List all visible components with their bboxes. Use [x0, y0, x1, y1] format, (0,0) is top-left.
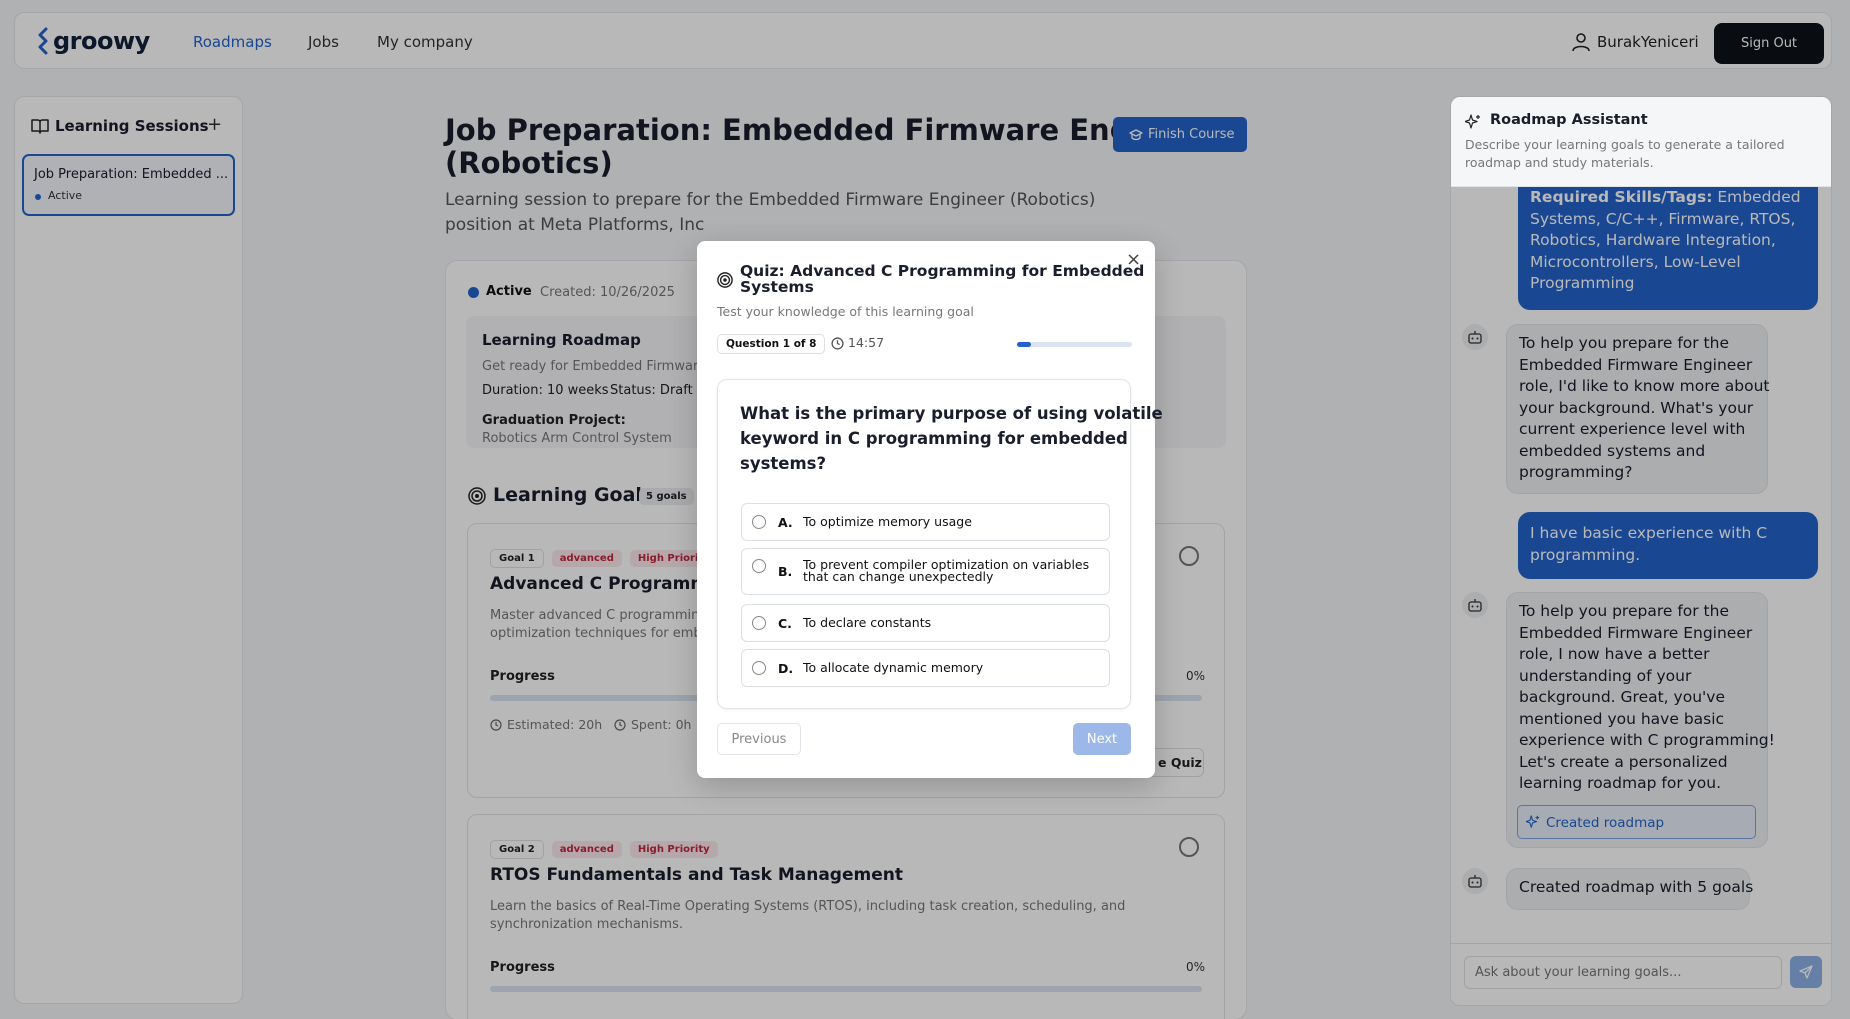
quiz-progress-track — [1017, 342, 1132, 347]
quiz-footer: Previous Next — [717, 723, 1131, 759]
question-line1: What is the primary purpose of using vol… — [740, 404, 1163, 423]
quiz-title-line1: Quiz: Advanced C Programming for Embedde… — [740, 262, 1145, 280]
answer-option-a[interactable]: A. To optimize memory usage — [741, 503, 1110, 541]
assistant-desc-2: roadmap and study materials. — [1465, 155, 1654, 170]
timer: 14:57 — [848, 335, 885, 350]
option-text-line2: that can change unexpectedly — [803, 569, 994, 584]
question-line3: systems? — [740, 454, 827, 473]
question-text: What is the primary purpose of using vol… — [740, 401, 1163, 476]
quiz-title-line2: Systems — [740, 278, 814, 296]
answer-option-c[interactable]: C. To declare constants — [741, 604, 1110, 642]
quiz-progress-fill — [1017, 342, 1032, 347]
quiz-title: Quiz: Advanced C Programming for Embedde… — [740, 263, 1144, 295]
radio-button[interactable] — [752, 559, 766, 573]
option-text-line1: To declare constants — [803, 615, 932, 630]
clock-icon — [831, 337, 844, 350]
option-text: To declare constants — [803, 615, 932, 630]
option-letter: A. — [778, 515, 793, 530]
assistant-header: Roadmap Assistant Describe your learning… — [1451, 97, 1831, 187]
question-line2: keyword in C programming for embedded — [740, 429, 1128, 448]
option-letter: B. — [778, 564, 793, 579]
sparkles-icon — [1465, 114, 1480, 129]
question-badge: Question 1 of 8 — [717, 334, 826, 354]
next-button[interactable]: Next — [1073, 723, 1131, 755]
assistant-desc-1: Describe your learning goals to generate… — [1465, 137, 1785, 152]
option-text: To optimize memory usage — [803, 514, 972, 529]
target-icon — [717, 272, 733, 288]
option-text: To allocate dynamic memory — [803, 660, 984, 675]
quiz-subtitle: Test your knowledge of this learning goa… — [717, 304, 974, 319]
option-text-line1: To optimize memory usage — [803, 514, 972, 529]
previous-button[interactable]: Previous — [717, 723, 801, 755]
radio-button[interactable] — [752, 515, 766, 529]
answer-option-d[interactable]: D. To allocate dynamic memory — [741, 649, 1110, 687]
option-text: To prevent compiler optimization on vari… — [803, 558, 1089, 584]
option-text-line1: To allocate dynamic memory — [803, 660, 984, 675]
answer-option-b[interactable]: B. To prevent compiler optimization on v… — [741, 548, 1110, 595]
radio-button[interactable] — [752, 661, 766, 675]
assistant-title: Roadmap Assistant — [1490, 112, 1648, 128]
radio-button[interactable] — [752, 616, 766, 630]
option-letter: D. — [778, 661, 794, 676]
option-letter: C. — [778, 616, 792, 631]
